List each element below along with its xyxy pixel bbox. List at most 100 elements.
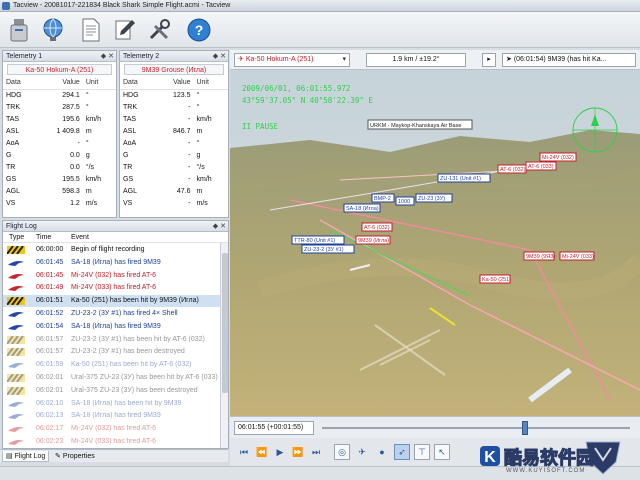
timeline-track[interactable] <box>322 427 630 429</box>
column-header: Unit <box>193 77 228 90</box>
watermark-text: 酷易软件园 <box>504 448 595 469</box>
log-row[interactable]: 06:02:01 Ural-375 ZU-23 (3У) has been hit… <box>3 372 220 384</box>
log-row[interactable]: 06:01:51 Ka-50 (251) has been hit by 9M39… <box>3 295 220 308</box>
log-row[interactable]: 06:02:01 Ural-375 ZU-23 (3У) has been des… <box>3 385 220 397</box>
skip-to-end-button[interactable]: ⏭ <box>308 444 324 460</box>
log-row[interactable]: 06:01:57 ZU-23-2 (3У #1) has been destroy… <box>3 346 220 358</box>
telemetry-unit: m <box>196 187 203 195</box>
telemetry-1-object[interactable]: Ka-50 Hokum-A (251) <box>7 64 112 75</box>
play-button[interactable]: ▶ <box>272 444 288 460</box>
telemetry-unit: ° <box>196 103 200 111</box>
help-icon: ? <box>187 18 211 42</box>
log-row[interactable]: 06:00:00 Begin of flight recording <box>3 244 220 256</box>
target-select[interactable]: ➤ (06:01:54) 9M39 (has hit Ka... <box>502 53 636 67</box>
3d-scene[interactable]: Mi-24V (032) AT-6 (033) AT-6 (032) AT-6 … <box>230 70 640 416</box>
hazard-icon <box>6 245 25 255</box>
help-button[interactable]: ? <box>184 15 214 45</box>
column-header[interactable]: Type <box>9 232 24 243</box>
3d-view[interactable]: Mi-24V (032) AT-6 (033) AT-6 (032) AT-6 … <box>230 70 640 416</box>
log-row[interactable]: 06:01:54 SA-18 (Игла) has fired 9M39 <box>3 321 220 333</box>
telemetry-label: AGL <box>123 187 138 195</box>
jet-blue-icon <box>7 323 25 331</box>
telemetry-value: 287.5 <box>62 103 80 111</box>
column-header[interactable]: Time <box>36 232 51 243</box>
telemetry-value: 846.7 <box>172 127 191 135</box>
network-button[interactable] <box>38 15 68 45</box>
telemetry-label: TR <box>6 163 16 171</box>
svg-text:K: K <box>484 449 496 466</box>
jet-blue-icon <box>7 361 25 369</box>
telemetry-value: - <box>188 115 191 123</box>
skip-to-start-button[interactable]: ⏮ <box>236 444 252 460</box>
tab-properties[interactable]: ✎ Properties <box>52 451 98 462</box>
missile-view-button[interactable]: ➶ <box>394 444 410 460</box>
log-row[interactable]: 06:01:52 ZU-23-2 (3У #1) has fired 4× She… <box>3 308 220 320</box>
ground-view-button[interactable]: ⊤ <box>414 444 430 460</box>
tab-flight-log[interactable]: ▤ Flight Log <box>2 451 50 462</box>
flight-log-title: Flight Log <box>6 223 37 230</box>
scene-label-text: TTR-80 (Unit #1) <box>294 238 335 244</box>
log-time: 06:01:57 <box>36 335 64 343</box>
log-row[interactable]: 06:02:17 Mi-24V (032) has fired AT-6 <box>3 423 220 435</box>
telemetry-unit: km/h <box>85 115 101 123</box>
telemetry-row: ASL 846.7 m <box>120 125 228 137</box>
object-select[interactable]: ✈ Ka-50 Hokum-A (251) ▾ <box>234 53 350 67</box>
scene-label-text: BMP-2 <box>374 196 391 202</box>
arrow-view-button[interactable]: ↖ <box>434 444 450 460</box>
tools-button[interactable] <box>144 15 174 45</box>
timeline-bar: 06:01:55 (+00:01:55) <box>230 416 640 438</box>
panel-pin-close-icons[interactable]: ◆ ✕ <box>101 51 114 62</box>
timeline-slider[interactable] <box>522 421 529 435</box>
jet-red-icon <box>7 272 25 280</box>
document-button[interactable] <box>76 15 106 45</box>
column-header: Data <box>3 77 37 90</box>
scrollbar-thumb[interactable] <box>222 253 228 393</box>
main-toolbar: ? <box>0 12 640 48</box>
hud-pause-status: II PAUSE <box>242 122 279 131</box>
telemetry-row: G 0.0 g <box>3 149 116 161</box>
globe-view-button[interactable]: ● <box>374 444 390 460</box>
telemetry-row: TRK - ° <box>120 101 228 113</box>
telemetry-row: G -g <box>120 149 228 161</box>
edit-button[interactable] <box>110 15 140 45</box>
log-row[interactable]: 06:01:45 Mi-24V (032) has fired AT-6 <box>3 270 220 282</box>
flight-log-scrollbar[interactable] <box>220 243 228 448</box>
speed-menu-button[interactable]: ▸ <box>482 53 496 67</box>
column-header: Value <box>36 77 83 90</box>
log-row[interactable]: 06:01:49 Mi-24V (033) has fired AT-6 <box>3 282 220 294</box>
hazard-icon <box>6 296 25 306</box>
open-usb-button[interactable] <box>4 15 34 45</box>
log-event: ZU-23-2 (3У #1) has fired 4× Shell <box>71 310 178 317</box>
panel-pin-close-icons[interactable]: ◆ ✕ <box>213 51 226 62</box>
panel-pin-close-icons[interactable]: ◆ ✕ <box>213 221 226 232</box>
column-header: Unit <box>82 77 116 90</box>
log-row[interactable]: 06:02:23 Mi-24V (033) has fired AT-6 <box>3 436 220 448</box>
aircraft-view-button[interactable]: ✈ <box>354 444 370 460</box>
column-header[interactable]: Event <box>71 232 89 243</box>
telemetry-value: 195.5 <box>62 175 80 183</box>
telemetry-value: 123.5 <box>172 91 191 99</box>
camera-view-button[interactable]: ◎ <box>334 444 350 460</box>
log-event: ZU-23-2 (3У #1) has been destroyed <box>71 348 185 356</box>
fast-forward-button[interactable]: ⏩ <box>290 444 306 460</box>
log-event: Ka-50 (251) has been hit by 9M39 (Игла) <box>71 297 199 305</box>
scene-label-text: 1000 <box>398 199 410 205</box>
hazard-icon <box>6 373 25 383</box>
window-title: Tacview - 20081017-221834 Black Shark Si… <box>13 2 231 9</box>
log-row[interactable]: 06:01:45 SA-18 (Игла) has fired 9M39 <box>3 257 220 269</box>
telemetry-2-object[interactable]: 9M39 Grouse (Игла) <box>124 64 224 75</box>
log-row[interactable]: 06:01:59 Ka-50 (251) has been hit by AT-6… <box>3 359 220 371</box>
log-time: 06:01:54 <box>36 322 64 330</box>
telemetry-row: AoA - ° <box>3 137 116 149</box>
log-event: Mi-24V (033) has fired AT-6 <box>71 438 157 445</box>
scene-label-text: AT-6 (032) <box>500 167 526 173</box>
log-row[interactable]: 06:01:57 ZU-23-2 (3У #1) has been hit by … <box>3 334 220 346</box>
scene-label-text: ZU-23 (3У) <box>418 196 445 202</box>
jet-blue-icon <box>7 400 25 408</box>
scene-label-text: Ka-50 (251) <box>482 277 511 283</box>
rewind-button[interactable]: ⏪ <box>254 444 270 460</box>
log-row[interactable]: 06:02:13 SA-18 (Игла) has fired 9M39 <box>3 410 220 422</box>
log-row[interactable]: 06:02:10 SA-18 (Игла) has been hit by 9M3… <box>3 398 220 410</box>
telemetry-row: TRK 287.5 ° <box>3 101 116 113</box>
scene-label-text: AT-6 (033) <box>528 164 554 170</box>
